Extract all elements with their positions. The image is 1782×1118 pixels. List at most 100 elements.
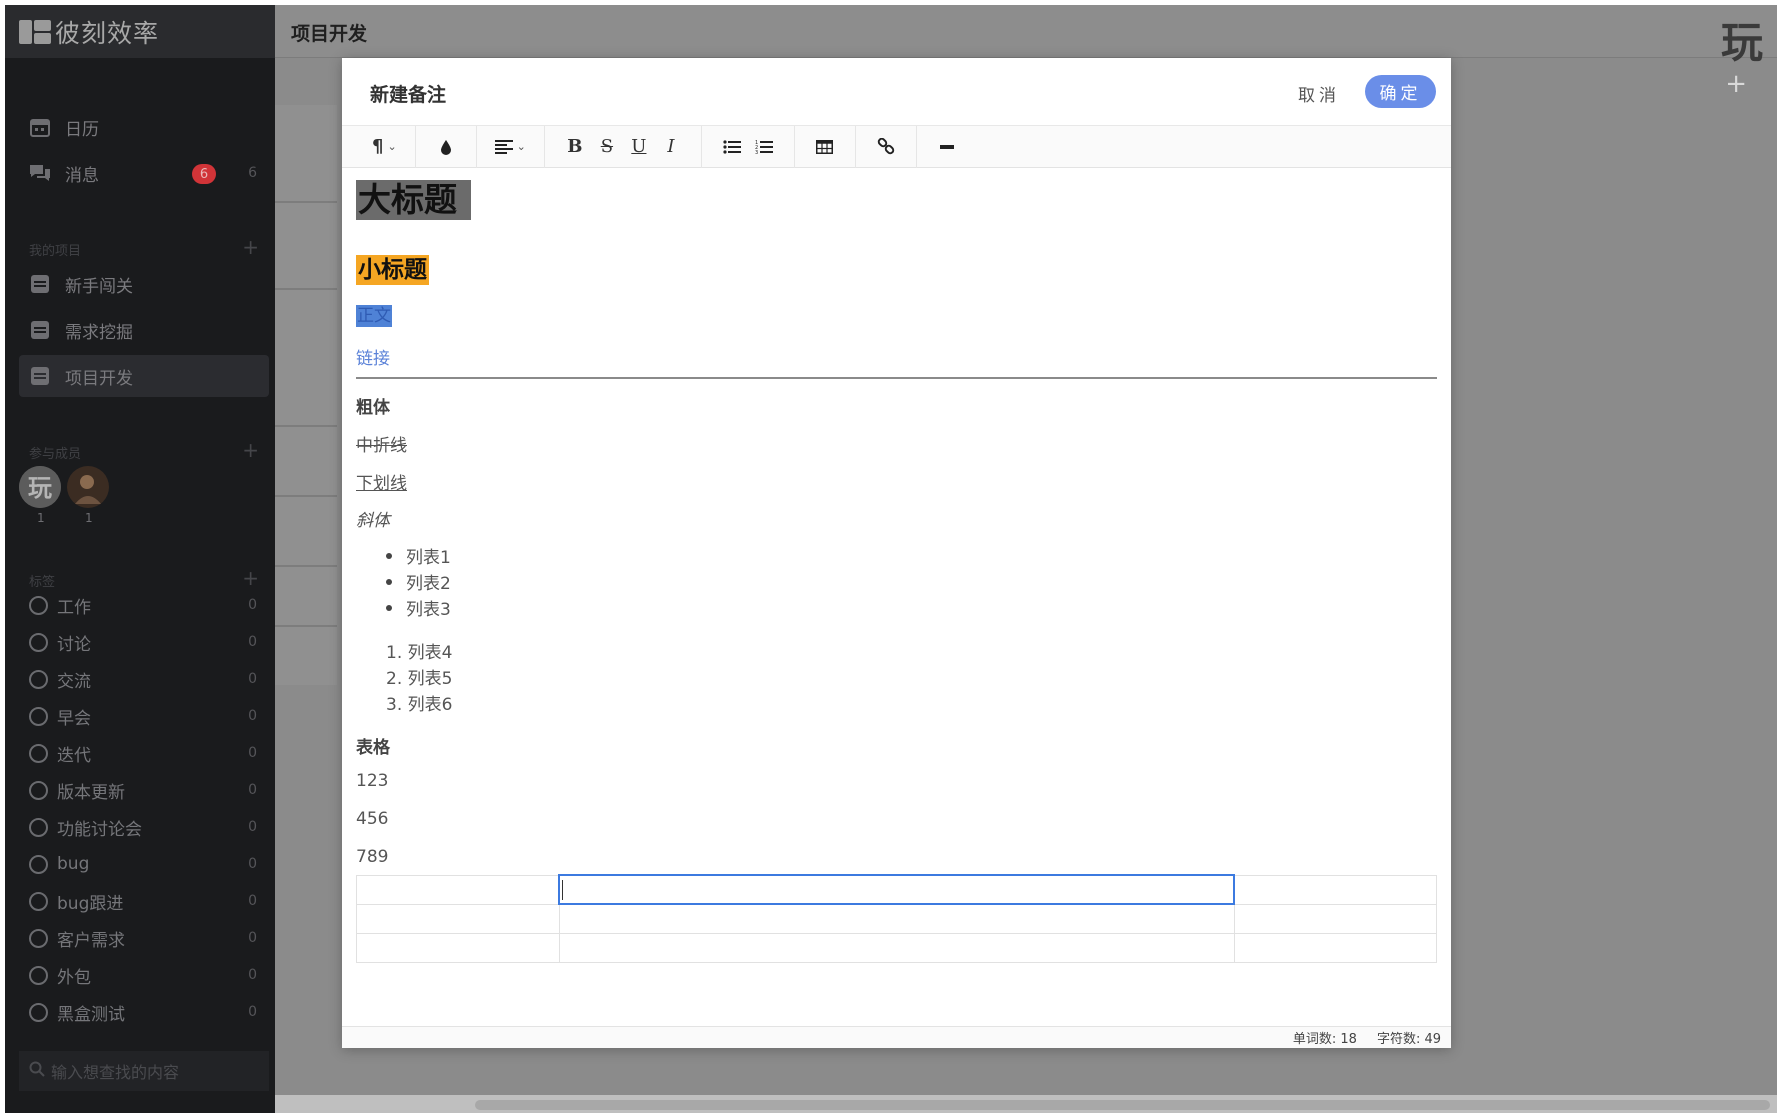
table-cell[interactable] <box>1233 903 1437 934</box>
tag-item[interactable]: 外包 0 <box>29 960 265 990</box>
folder-icon <box>29 366 51 386</box>
table-cell[interactable] <box>356 874 560 905</box>
heading-1: 大标题 <box>356 180 471 220</box>
app-logo-text: 彼刻效率 <box>55 18 160 48</box>
bold-text: 粗体 <box>356 398 390 418</box>
members-section-header: 参与成员 + <box>29 440 259 462</box>
tag-item[interactable]: bug 0 <box>29 849 265 879</box>
tag-count: 0 <box>248 634 257 650</box>
member-avatar[interactable] <box>67 466 109 508</box>
tag-item[interactable]: 交流 0 <box>29 664 265 694</box>
project-item-3[interactable]: 项目开发 <box>19 355 269 397</box>
divider <box>275 288 337 290</box>
tag-item[interactable]: 早会 0 <box>29 701 265 731</box>
search-placeholder: 输入想查找的内容 <box>51 1063 180 1082</box>
folder-icon <box>29 320 51 340</box>
table-cell[interactable] <box>558 903 1235 934</box>
tag-item[interactable]: 版本更新 0 <box>29 775 265 805</box>
bold-button[interactable]: B <box>559 132 591 162</box>
strikethrough-button[interactable]: S <box>591 132 623 162</box>
nav-calendar[interactable]: 日历 <box>19 106 269 148</box>
horizontal-rule-button[interactable] <box>931 132 963 162</box>
tag-count: 0 <box>248 708 257 724</box>
tags-header-label: 标签 <box>29 575 56 590</box>
tag-circle-icon <box>29 817 48 837</box>
member-avatar[interactable]: 玩 <box>19 466 61 508</box>
board-column <box>275 105 337 685</box>
cancel-button[interactable]: 取消 <box>1298 79 1340 107</box>
link-icon <box>877 137 895 154</box>
ordered-list-button[interactable]: 123 <box>748 132 780 162</box>
unread-badge: 6 <box>192 164 216 184</box>
tag-label: 外包 <box>57 967 91 988</box>
nav-messages[interactable]: 消息 6 6 <box>19 152 269 194</box>
tag-count: 0 <box>248 782 257 798</box>
table-button[interactable] <box>809 132 841 162</box>
tag-circle-icon <box>29 780 48 800</box>
italic-button[interactable]: I <box>655 132 687 162</box>
add-project-icon[interactable]: + <box>242 237 259 259</box>
tag-count: 0 <box>248 856 257 872</box>
sidebar: 彼刻效率 日历 消息 6 6 我的项目 + 新手闯关 需求挖掘 项目开发 参与成… <box>5 5 275 1113</box>
link-button[interactable] <box>870 132 902 162</box>
sidebar-search-input[interactable]: 输入想查找的内容 <box>19 1051 269 1091</box>
tag-label: 讨论 <box>57 634 91 655</box>
bullet-list-item: 列表1 <box>386 543 451 568</box>
text-color-button[interactable] <box>430 132 462 162</box>
add-column-icon[interactable]: + <box>1725 69 1747 99</box>
table-cell[interactable] <box>1233 874 1437 905</box>
tag-count: 0 <box>248 597 257 613</box>
paragraph-text: 正文 <box>356 305 392 327</box>
table-cell[interactable] <box>558 932 1235 963</box>
tag-item[interactable]: 黑盒测试 0 <box>29 997 265 1027</box>
toolbar-group: B S U I <box>545 125 702 168</box>
table-cell-focused[interactable] <box>558 874 1235 905</box>
tag-item[interactable]: bug跟进 0 <box>29 886 265 916</box>
ordered-list-icon: 123 <box>755 140 773 155</box>
editor-status-bar: 单词数: 18 字符数: 49 <box>342 1026 1451 1048</box>
paragraph-format-button[interactable]: ¶ ⌄ <box>368 132 401 162</box>
table-cell[interactable] <box>356 903 560 934</box>
project-item-2[interactable]: 需求挖掘 <box>19 309 269 351</box>
tag-item[interactable]: 讨论 0 <box>29 627 265 657</box>
chat-icon <box>29 163 51 183</box>
char-count: 字符数: 49 <box>1376 1032 1441 1047</box>
confirm-button[interactable]: 确定 <box>1365 75 1436 108</box>
toolbar-group: ⌄ <box>477 125 545 168</box>
table-cell[interactable] <box>1233 932 1437 963</box>
modal-header: 新建备注 取消 确定 <box>342 58 1451 126</box>
horizontal-rule-icon <box>939 144 954 149</box>
tag-circle-icon <box>29 595 48 615</box>
toolbar-group: ¶ ⌄ <box>354 125 416 168</box>
tag-circle-icon <box>29 669 48 689</box>
divider <box>275 425 337 427</box>
project-item-1[interactable]: 新手闯关 <box>19 263 269 305</box>
tag-count: 0 <box>248 930 257 946</box>
nav-messages-label: 消息 <box>65 165 99 186</box>
tag-label: bug <box>57 854 90 874</box>
tag-item[interactable]: 功能讨论会 0 <box>29 812 265 842</box>
add-member-icon[interactable]: + <box>242 440 259 462</box>
bullet-dot <box>386 553 392 559</box>
tag-item[interactable]: 工作 0 <box>29 590 265 620</box>
main-header: 项目开发 玩 <box>275 5 1777 67</box>
project-label: 项目开发 <box>65 368 133 389</box>
new-note-modal: 新建备注 取消 确定 ¶ ⌄ ⌄ B S U I 1 2 3 大标题 小标题 正… <box>342 58 1451 1048</box>
tag-item[interactable]: 客户需求 0 <box>29 923 265 953</box>
bullet-list-button[interactable] <box>716 132 748 162</box>
horizontal-rule <box>356 377 1437 379</box>
number-line: 123 <box>356 771 389 791</box>
tag-count: 0 <box>248 893 257 909</box>
add-tag-icon[interactable]: + <box>242 568 259 590</box>
link-text[interactable]: 链接 <box>356 344 390 369</box>
project-label: 新手闯关 <box>65 276 133 297</box>
scrollbar-thumb[interactable] <box>475 1100 1770 1110</box>
align-button[interactable]: ⌄ <box>491 132 530 162</box>
underline-button[interactable]: U <box>623 132 655 162</box>
table-row <box>356 903 1437 934</box>
table-cell[interactable] <box>356 932 560 963</box>
tag-count: 0 <box>248 819 257 835</box>
search-icon <box>29 1061 45 1081</box>
tag-item[interactable]: 迭代 0 <box>29 738 265 768</box>
member-task-count: 1 <box>37 511 45 525</box>
